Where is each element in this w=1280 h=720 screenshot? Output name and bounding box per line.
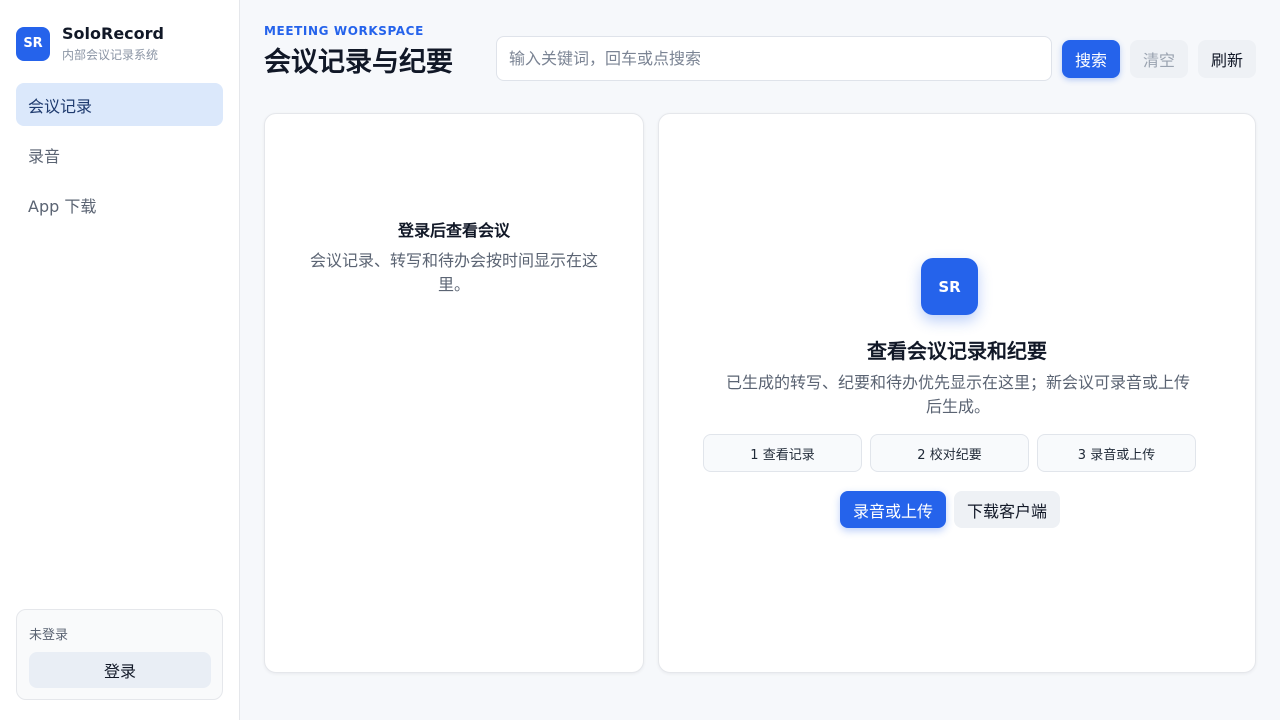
step-view-records: 1 查看记录	[703, 434, 862, 472]
search-input[interactable]	[496, 36, 1052, 81]
search-button[interactable]: 搜索	[1062, 40, 1120, 78]
empty-state-description: 会议记录、转写和待办会按时间显示在这里。	[309, 251, 598, 294]
step-proofread-minutes: 2 校对纪要	[870, 434, 1029, 472]
page-eyebrow: MEETING WORKSPACE	[264, 24, 424, 38]
sidebar-item-recording[interactable]: 录音	[16, 133, 223, 176]
clear-button[interactable]: 清空	[1130, 40, 1188, 78]
page-title: 会议记录与纪要	[264, 47, 453, 78]
record-or-upload-button[interactable]: 录音或上传	[840, 491, 946, 528]
sidebar-item-meetings[interactable]: 会议记录	[16, 83, 223, 126]
steps-row: 1 查看记录 2 校对纪要 3 录音或上传	[703, 434, 1196, 472]
app-subtitle: 内部会议记录系统	[62, 48, 159, 62]
sidebar: SR SoloRecord 内部会议记录系统 会议记录 录音 App 下载 未登…	[0, 0, 240, 720]
refresh-button[interactable]: 刷新	[1198, 40, 1256, 78]
login-status: 未登录	[29, 628, 69, 643]
hero-logo: SR	[921, 258, 978, 315]
detail-title: 查看会议记录和纪要	[867, 339, 1047, 363]
download-client-button[interactable]: 下载客户端	[954, 491, 1060, 528]
brand: SR SoloRecord 内部会议记录系统	[16, 24, 164, 63]
detail-description: 已生成的转写、纪要和待办优先显示在这里；新会议可录音或上传后生成。	[725, 373, 1190, 416]
sidebar-item-label: 会议记录	[28, 96, 93, 116]
sidebar-nav: 会议记录 录音 App 下载	[16, 83, 223, 233]
login-button[interactable]: 登录	[29, 652, 211, 688]
brand-text: SoloRecord 内部会议记录系统	[62, 24, 164, 63]
user-panel: 未登录 登录	[16, 609, 223, 700]
meeting-list-panel: 登录后查看会议 会议记录、转写和待办会按时间显示在这里。	[264, 113, 644, 673]
app-logo: SR	[16, 26, 50, 61]
sidebar-item-label: 录音	[28, 146, 61, 166]
sidebar-item-label: App 下载	[28, 196, 97, 216]
step-record-or-upload: 3 录音或上传	[1037, 434, 1196, 472]
app-name: SoloRecord	[62, 24, 164, 43]
meeting-detail-panel: SR 查看会议记录和纪要 已生成的转写、纪要和待办优先显示在这里；新会议可录音或…	[658, 113, 1256, 673]
empty-state-title: 登录后查看会议	[397, 221, 510, 240]
sidebar-item-app-download[interactable]: App 下载	[16, 183, 223, 226]
